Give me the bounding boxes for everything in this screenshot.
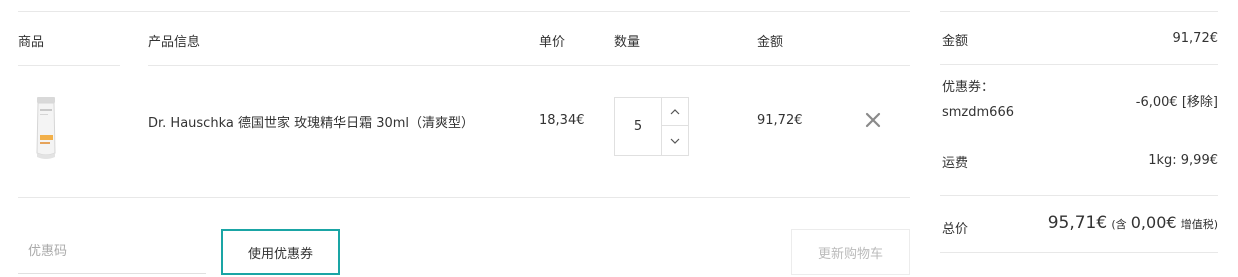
total-amount: 95,71€ (1047, 213, 1108, 233)
tax-suffix: 增值税) (1180, 218, 1218, 231)
unit-price: 18,34€ (539, 113, 585, 128)
divider (940, 11, 1218, 12)
remove-coupon-link[interactable]: [移除] (1182, 95, 1218, 110)
cart-table: 商品 产品信息 单价 数量 金额 Dr. Hauschka 德国世家 玫瑰精华日… (0, 0, 912, 277)
product-tube-image (36, 97, 56, 159)
header-unit-price: 单价 (539, 35, 566, 50)
quantity-stepper[interactable]: 5 (614, 97, 689, 156)
shipping-label: 运费 (942, 156, 969, 171)
divider (940, 64, 1218, 65)
summary-amount-label: 金额 (942, 34, 969, 49)
product-thumbnail[interactable] (28, 95, 64, 165)
remove-item-button[interactable] (864, 111, 882, 129)
divider (940, 252, 1218, 253)
header-product: 商品 (18, 35, 45, 50)
chevron-up-icon (670, 108, 680, 114)
product-name[interactable]: Dr. Hauschka 德国世家 玫瑰精华日霜 30ml（清爽型） (148, 112, 474, 131)
total-label: 总价 (942, 222, 969, 237)
header-amount: 金额 (757, 35, 784, 50)
increment-button[interactable] (662, 98, 688, 126)
decrement-button[interactable] (662, 126, 688, 155)
header-quantity: 数量 (614, 35, 641, 50)
update-cart-button[interactable]: 更新购物车 (791, 229, 910, 275)
coupon-discount: -6,00€ [移除] (1136, 91, 1218, 110)
coupon-code: smzdm666 (942, 105, 1014, 120)
tax-prefix: (含 (1111, 218, 1127, 231)
divider (18, 11, 910, 12)
order-summary: 金额 91,72€ 优惠券： smzdm666 -6,00€ [移除] 运费 1… (940, 0, 1220, 277)
summary-amount-value: 91,72€ (1172, 31, 1219, 46)
shipping-value: 1kg: 9,99€ (1148, 153, 1218, 168)
coupon-code-input[interactable] (18, 230, 206, 274)
divider (18, 65, 120, 66)
total-value: 95,71€ (含 0,00€ 增值税) (1048, 213, 1218, 233)
apply-coupon-button[interactable]: 使用优惠券 (221, 229, 340, 275)
coupon-label: 优惠券： (942, 80, 995, 95)
divider (940, 195, 1218, 196)
close-icon (865, 112, 881, 128)
coupon-discount-value: -6,00€ (1135, 95, 1178, 110)
quantity-value[interactable]: 5 (615, 98, 661, 155)
divider (148, 65, 910, 66)
tax-amount: 0,00€ (1130, 213, 1177, 232)
chevron-down-icon (670, 138, 680, 144)
divider (18, 197, 910, 198)
line-subtotal: 91,72€ (757, 113, 803, 128)
header-info: 产品信息 (148, 35, 201, 50)
